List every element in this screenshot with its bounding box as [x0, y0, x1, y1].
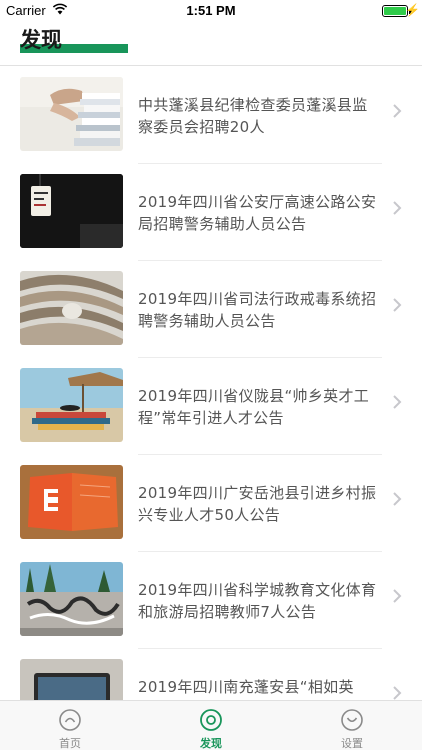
list-item[interactable]: 2019年四川省公安厅高速公路公安局招聘警务辅助人员公告	[0, 164, 422, 261]
chevron-right-icon	[393, 589, 402, 603]
navigation-bar: 发现	[0, 22, 422, 66]
article-title: 中共蓬溪县纪律检查委员蓬溪县监察委员会招聘20人	[138, 96, 368, 136]
settings-smile-icon	[341, 709, 363, 731]
list-item[interactable]: 中共蓬溪县纪律检查委员蓬溪县监察委员会招聘20人	[0, 67, 422, 164]
charging-bolt-icon: ⚡	[405, 3, 420, 17]
graffiti-wall-photo-thumbnail	[20, 562, 123, 636]
chevron-right-icon	[393, 395, 402, 409]
article-title: 2019年四川省司法行政戒毒系统招聘警务辅助人员公告	[138, 290, 377, 330]
article-title: 2019年四川广安岳池县引进乡村振兴专业人才50人公告	[138, 484, 377, 524]
article-list[interactable]: 中共蓬溪县纪律检查委员蓬溪县监察委员会招聘20人 2019年四川省公安厅高速公路…	[0, 67, 422, 700]
chevron-right-icon	[393, 686, 402, 700]
orange-book-photo-thumbnail	[20, 465, 123, 539]
article-title: 2019年四川省公安厅高速公路公安局招聘警务辅助人员公告	[138, 193, 377, 233]
chevron-right-icon	[393, 201, 402, 215]
home-circle-icon	[59, 709, 81, 731]
tab-home-label: 首页	[59, 737, 81, 750]
list-item[interactable]: 2019年四川省仪陇县“帅乡英才工程”常年引进人才公告	[0, 358, 422, 455]
list-item[interactable]: 2019年四川省司法行政戒毒系统招聘警务辅助人员公告	[0, 261, 422, 358]
tab-discover-label: 发现	[200, 737, 222, 750]
laptop-photo-thumbnail	[20, 659, 123, 700]
tab-discover[interactable]: 发现	[141, 701, 281, 750]
list-item[interactable]: 2019年四川广安岳池县引进乡村振兴专业人才50人公告	[0, 455, 422, 552]
library-shelves-photo-thumbnail	[20, 271, 123, 345]
article-title: 2019年四川省仪陇县“帅乡英才工程”常年引进人才公告	[138, 387, 370, 427]
beach-books-photo-thumbnail	[20, 368, 123, 442]
article-title: 2019年四川南充蓬安县“相如英才”计划招引150名优	[138, 678, 354, 696]
list-item[interactable]: 2019年四川南充蓬安县“相如英才”计划招引150名优	[0, 649, 422, 700]
list-item[interactable]: 2019年四川省科学城教育文化体育和旅游局招聘教师7人公告	[0, 552, 422, 649]
tab-bar: 首页 发现 设置	[0, 700, 422, 750]
chevron-right-icon	[393, 104, 402, 118]
discover-circle-icon	[200, 709, 222, 731]
status-time: 1:51 PM	[186, 3, 236, 18]
chevron-right-icon	[393, 492, 402, 506]
lantern-dark-photo-thumbnail	[20, 174, 123, 248]
tab-settings-label: 设置	[341, 737, 363, 750]
books-feet-photo-thumbnail	[20, 77, 123, 151]
tab-home[interactable]: 首页	[0, 701, 140, 750]
chevron-right-icon	[393, 298, 402, 312]
tab-settings[interactable]: 设置	[282, 701, 422, 750]
status-bar: Carrier 1:51 PM ⚡	[0, 0, 422, 22]
page-title: 发现	[20, 28, 62, 52]
article-title: 2019年四川省科学城教育文化体育和旅游局招聘教师7人公告	[138, 581, 377, 621]
